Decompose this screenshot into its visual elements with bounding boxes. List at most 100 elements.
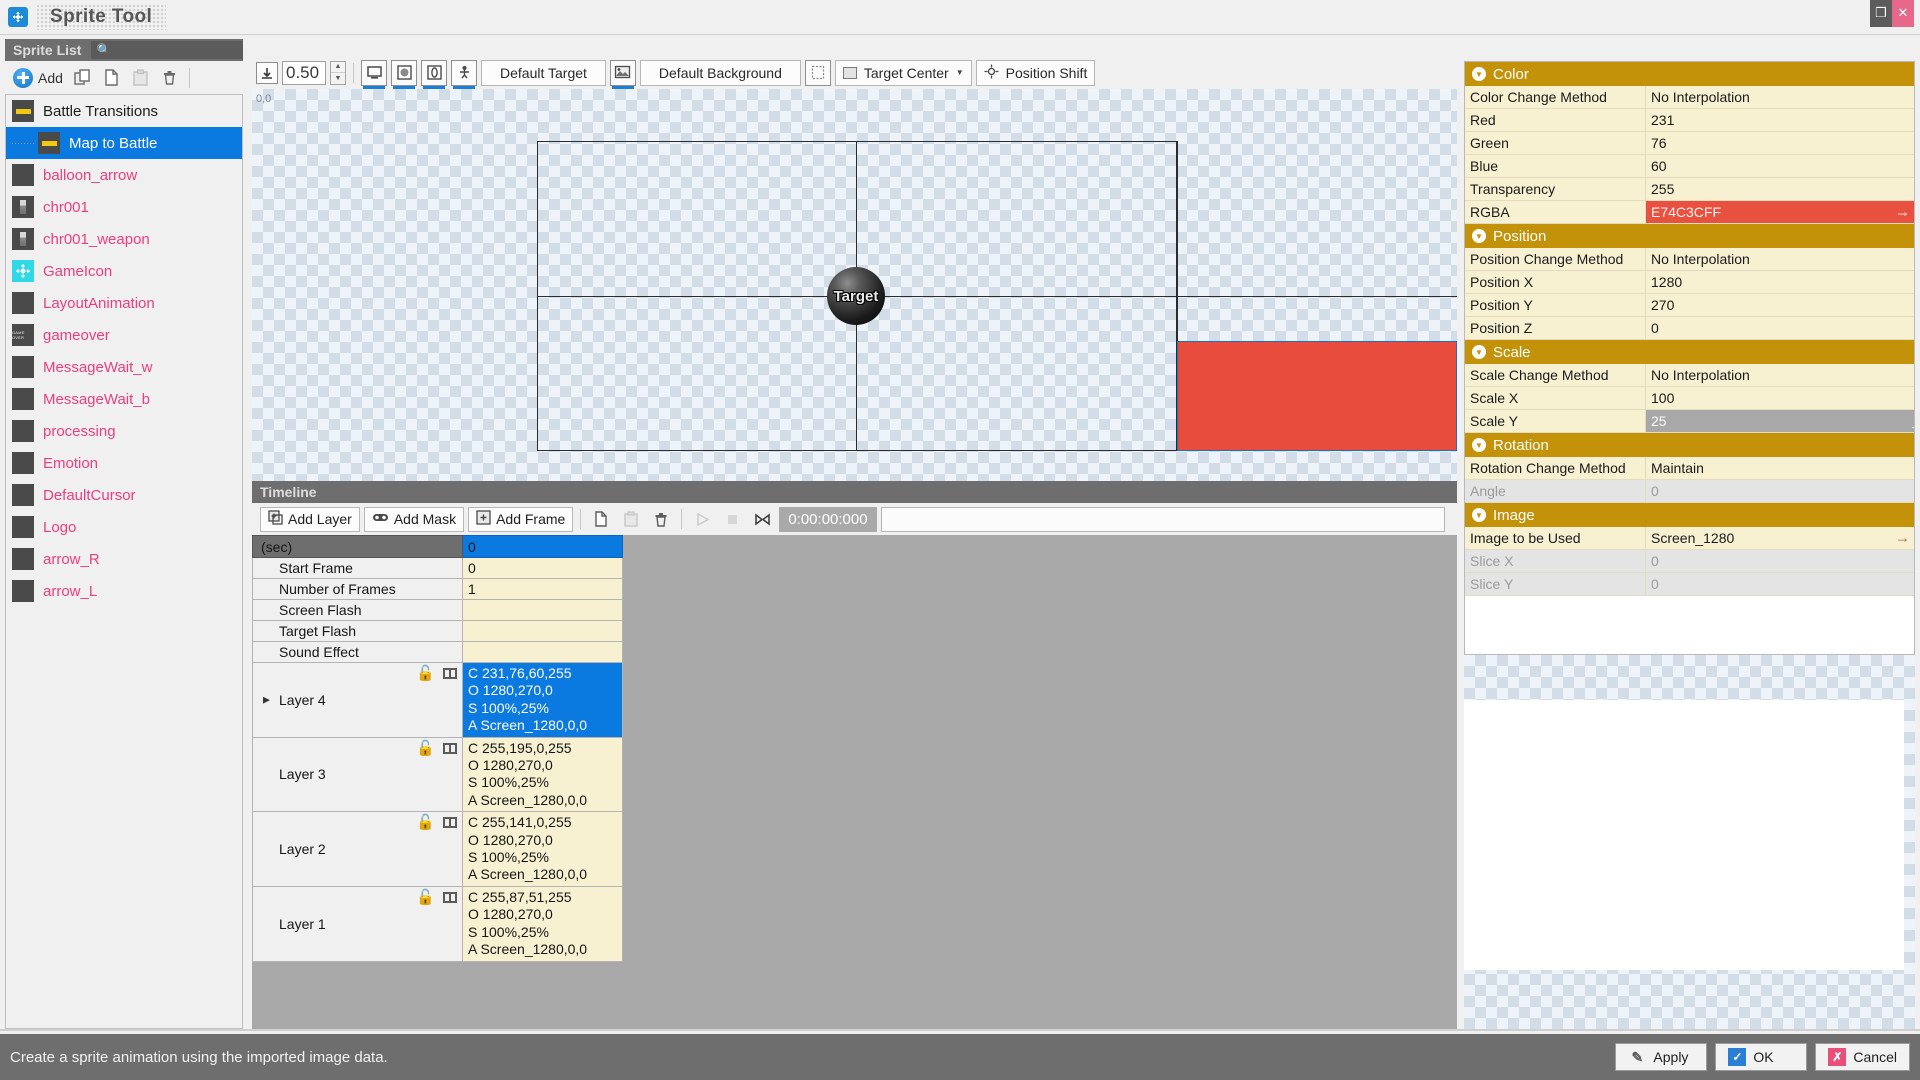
property-value[interactable]: 100 (1646, 387, 1914, 409)
unlock-icon[interactable]: 🔓 (416, 741, 435, 756)
sprite-search-input[interactable]: 🔍 (91, 41, 243, 59)
property-value[interactable]: 270 (1646, 294, 1914, 316)
sprite-list-item[interactable]: Logo (6, 511, 242, 543)
timeline-layer-row[interactable]: ▶🔓Layer 4C 231,76,60,255O 1280,270,0S 10… (253, 663, 623, 738)
screen-view-icon[interactable] (361, 60, 387, 86)
timeline-property-value[interactable]: 1 (463, 579, 623, 600)
background-image-icon[interactable] (610, 60, 636, 86)
property-value[interactable]: 76 (1646, 132, 1914, 154)
stop-icon[interactable] (719, 507, 745, 532)
open-picker-arrow-icon[interactable]: → (1895, 530, 1910, 547)
grid-icon[interactable] (805, 60, 831, 86)
actor-view-icon[interactable] (451, 60, 477, 86)
link-icon[interactable] (443, 817, 457, 828)
timeline-scrubber[interactable] (881, 507, 1445, 532)
property-group-header[interactable]: ▼Color (1465, 62, 1914, 86)
property-value[interactable]: E74C3CFF→ (1646, 201, 1914, 223)
timeline-property-value[interactable]: 0 (463, 558, 623, 579)
apply-button[interactable]: ✎ Apply (1615, 1043, 1707, 1071)
zoom-stepper[interactable]: ▲▼ (330, 61, 346, 85)
unlock-icon[interactable]: 🔓 (416, 815, 435, 830)
single-view-icon[interactable] (421, 60, 447, 86)
layer-label-cell[interactable]: 🔓Layer 1 (253, 886, 463, 961)
paste-icon[interactable] (618, 507, 644, 532)
loop-icon[interactable] (749, 507, 775, 532)
sprite-list-item[interactable]: DefaultCursor (6, 479, 242, 511)
property-value[interactable]: No Interpolation (1646, 248, 1914, 270)
layer-keyframe-cell[interactable]: C 231,76,60,255O 1280,270,0S 100%,25%A S… (463, 663, 623, 738)
sprite-list-item[interactable]: LayoutAnimation (6, 287, 242, 319)
unlock-icon[interactable]: 🔓 (416, 666, 435, 681)
layer-keyframe-cell[interactable]: C 255,141,0,255O 1280,270,0S 100%,25%A S… (463, 812, 623, 887)
restore-window-button[interactable]: ❐ (1870, 0, 1892, 27)
sprite-list-item[interactable]: chr001_weapon (6, 223, 242, 255)
sprite-list-item[interactable]: MessageWait_w (6, 351, 242, 383)
timeline-layer-row[interactable]: 🔓Layer 3C 255,195,0,255O 1280,270,0S 100… (253, 737, 623, 812)
target-view-icon[interactable] (391, 60, 417, 86)
property-group-header[interactable]: ▼Position (1465, 224, 1914, 248)
unlock-icon[interactable]: 🔓 (416, 890, 435, 905)
link-icon[interactable] (443, 892, 457, 903)
sprite-list-item[interactable]: Map to Battle (6, 127, 242, 159)
target-marker[interactable]: Target (827, 267, 885, 325)
sprite-list-item[interactable]: Emotion (6, 447, 242, 479)
add-frame-button[interactable]: Add Frame (468, 507, 573, 532)
duplicate-icon[interactable] (70, 65, 96, 91)
timeline-property-value[interactable] (463, 642, 623, 663)
trash-icon[interactable] (648, 507, 674, 532)
sprite-list-item[interactable]: chr001 (6, 191, 242, 223)
property-value[interactable]: 255 (1646, 178, 1914, 200)
chevron-right-icon[interactable]: ▶ (263, 694, 270, 705)
sprite-list-item[interactable]: GAME OVERgameover (6, 319, 242, 351)
sprite-list-item[interactable]: MessageWait_b (6, 383, 242, 415)
paste-icon[interactable] (128, 65, 154, 91)
open-picker-arrow-icon[interactable]: → (1895, 204, 1910, 221)
cancel-button[interactable]: ✗ Cancel (1815, 1043, 1910, 1071)
play-icon[interactable] (689, 507, 715, 532)
timeline-column-frame-0[interactable]: 0 (463, 536, 623, 558)
property-value[interactable]: No Interpolation (1646, 364, 1914, 386)
sprite-list-item[interactable]: balloon_arrow (6, 159, 242, 191)
property-value[interactable]: 25 (1646, 410, 1914, 432)
copy-icon[interactable] (588, 507, 614, 532)
property-value[interactable]: 60 (1646, 155, 1914, 177)
property-value[interactable]: 0 (1646, 317, 1914, 339)
trash-icon[interactable] (157, 65, 183, 91)
sprite-list-item[interactable]: Battle Transitions (6, 95, 242, 127)
property-group-header[interactable]: ▼Scale (1465, 340, 1914, 364)
ok-button[interactable]: ✓ OK (1715, 1043, 1807, 1071)
default-target-button[interactable]: Default Target (481, 60, 606, 86)
property-value[interactable]: 231 (1646, 109, 1914, 131)
property-value[interactable]: Screen_1280→ (1646, 527, 1914, 549)
layer-label-cell[interactable]: 🔓Layer 2 (253, 812, 463, 887)
property-group-header[interactable]: ▼Rotation (1465, 433, 1914, 457)
copy-icon[interactable] (99, 65, 125, 91)
timeline-property-value[interactable] (463, 621, 623, 642)
timeline-layer-row[interactable]: 🔓Layer 2C 255,141,0,255O 1280,270,0S 100… (253, 812, 623, 887)
sprite-list-item[interactable]: processing (6, 415, 242, 447)
add-sprite-button[interactable]: Add (9, 68, 67, 88)
link-icon[interactable] (443, 668, 457, 679)
fit-to-screen-icon[interactable] (256, 62, 278, 84)
timeline-layer-row[interactable]: 🔓Layer 1C 255,87,51,255O 1280,270,0S 100… (253, 886, 623, 961)
property-value[interactable]: No Interpolation (1646, 86, 1914, 108)
selected-layer-rect[interactable] (1177, 341, 1457, 451)
sprite-canvas[interactable]: 0,0 Target (252, 89, 1457, 492)
link-icon[interactable] (443, 743, 457, 754)
layer-label-cell[interactable]: ▶🔓Layer 4 (253, 663, 463, 738)
layer-keyframe-cell[interactable]: C 255,87,51,255O 1280,270,0S 100%,25%A S… (463, 886, 623, 961)
sprite-list-item[interactable]: arrow_R (6, 543, 242, 575)
layer-label-cell[interactable]: 🔓Layer 3 (253, 737, 463, 812)
sprite-list-item[interactable]: arrow_L (6, 575, 242, 607)
timeline-body[interactable]: (sec)0Start Frame0Number of Frames1Scree… (252, 535, 1457, 1029)
timeline-property-value[interactable] (463, 600, 623, 621)
sprite-list-items[interactable]: Battle TransitionsMap to Battleballoon_a… (5, 94, 243, 1029)
sprite-list-item[interactable]: GameIcon (6, 255, 242, 287)
property-value[interactable]: 1280 (1646, 271, 1914, 293)
default-background-button[interactable]: Default Background (640, 60, 801, 86)
position-shift-button[interactable]: Position Shift (976, 60, 1096, 86)
property-group-header[interactable]: ▼Image (1465, 503, 1914, 527)
property-value[interactable]: Maintain (1646, 457, 1914, 479)
target-center-dropdown[interactable]: Target Center ▼ (835, 60, 972, 86)
add-layer-button[interactable]: Add Layer (260, 507, 360, 532)
